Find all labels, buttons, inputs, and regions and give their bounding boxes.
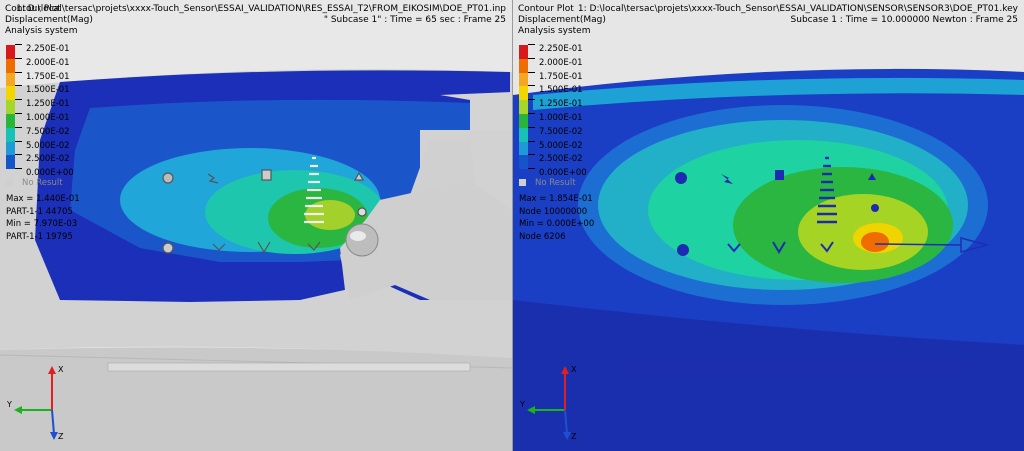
right-header: Contour Plot 1: D:\local\tersac\projets\… bbox=[518, 4, 1018, 37]
max-value: Max = 1.440E-01 bbox=[6, 194, 80, 204]
legend-color-swatch bbox=[519, 155, 528, 170]
legend-value-label: 5.000E-02 bbox=[539, 140, 583, 151]
left-viewport[interactable]: Contour Plot 1: D:\local\tersac\projets\… bbox=[0, 0, 512, 451]
left-header: Contour Plot 1: D:\local\tersac\projets\… bbox=[5, 4, 506, 37]
legend-value-label: 2.250E-01 bbox=[539, 44, 583, 54]
legend-color-swatch bbox=[6, 100, 15, 114]
legend-color-swatch bbox=[519, 72, 528, 87]
legend-value-label: 1.750E-01 bbox=[539, 71, 583, 82]
legend-tick bbox=[528, 140, 535, 142]
legend-color-swatch bbox=[6, 127, 15, 142]
triad-y-label: Y bbox=[520, 400, 525, 409]
legend-tick bbox=[528, 71, 535, 73]
right-viewport[interactable]: Contour Plot 1: D:\local\tersac\projets\… bbox=[512, 0, 1024, 451]
legend-color-swatch bbox=[6, 141, 15, 156]
legend-value-label: 2.500E-02 bbox=[539, 154, 583, 165]
no-result-entry: No Result bbox=[519, 178, 576, 188]
legend-value-label: 1.250E-01 bbox=[26, 99, 70, 110]
triad-z-label: Z bbox=[58, 432, 64, 441]
legend-color-swatch bbox=[519, 58, 528, 73]
legend-color-swatch bbox=[6, 45, 15, 59]
legend-color-swatch bbox=[519, 141, 528, 156]
legend-value-label: 1.250E-01 bbox=[539, 99, 583, 110]
legend-tick bbox=[528, 57, 535, 59]
legend-tick bbox=[528, 126, 535, 128]
max-location: Node 10000000 bbox=[519, 206, 588, 217]
legend-color-swatch bbox=[519, 127, 528, 142]
legend-tick bbox=[528, 154, 535, 156]
min-location: PART-1-1 19795 bbox=[6, 231, 73, 242]
legend-tick bbox=[15, 140, 22, 142]
legend-value-label: 1.500E-01 bbox=[26, 85, 70, 96]
legend-tick bbox=[528, 85, 535, 87]
coordinate-triad[interactable]: X Y Z bbox=[515, 364, 585, 446]
legend-tick bbox=[528, 112, 535, 114]
legend-value-label: 2.250E-01 bbox=[26, 44, 70, 54]
legend-color-swatch bbox=[6, 113, 15, 128]
triad-y-label: Y bbox=[7, 400, 12, 409]
legend-tick bbox=[15, 85, 22, 87]
legend-color-swatch bbox=[519, 86, 528, 101]
legend-tick bbox=[528, 168, 535, 170]
legend-color-swatch bbox=[6, 155, 15, 170]
legend-tick bbox=[15, 112, 22, 114]
model-file-path: 1: D:\local\tersac\projets\xxxx-Touch_Se… bbox=[16, 4, 506, 14]
legend-color-swatch bbox=[6, 58, 15, 73]
legend-color-swatch bbox=[6, 72, 15, 87]
legend-tick bbox=[15, 168, 22, 170]
legend-color-swatch bbox=[519, 113, 528, 128]
system-label: Analysis system bbox=[5, 26, 78, 36]
legend-color-swatch bbox=[6, 86, 15, 101]
legend-value-label: 2.000E-01 bbox=[26, 57, 70, 68]
triad-x-label: X bbox=[571, 365, 577, 374]
legend-tick bbox=[15, 126, 22, 128]
legend-value-label: 2.500E-02 bbox=[26, 154, 70, 165]
legend-value-label: 5.000E-02 bbox=[26, 140, 70, 151]
legend-value-label: 1.000E-01 bbox=[26, 112, 70, 123]
legend-tick bbox=[15, 57, 22, 59]
legend-value-label: 1.000E-01 bbox=[539, 112, 583, 123]
no-result-swatch bbox=[519, 179, 526, 186]
legend-color-swatch bbox=[519, 45, 528, 59]
subcase-label: Subcase 1 : Time = 10.000000 Newton : Fr… bbox=[790, 15, 1018, 25]
legend-tick bbox=[15, 154, 22, 156]
no-result-label: No Result bbox=[22, 178, 63, 188]
triad-x-label: X bbox=[58, 365, 64, 374]
min-value: Min = 0.000E+00 bbox=[519, 219, 595, 229]
min-location: Node 6206 bbox=[519, 231, 566, 242]
legend-tick bbox=[15, 44, 22, 45]
legend-tick bbox=[15, 99, 22, 101]
system-label: Analysis system bbox=[518, 26, 591, 36]
legend-value-label: 7.500E-02 bbox=[539, 126, 583, 137]
legend-color-swatch bbox=[519, 100, 528, 114]
legend-value-label: 1.750E-01 bbox=[26, 71, 70, 82]
subcase-label: " Subcase 1" : Time = 65 sec : Frame 25 bbox=[323, 15, 506, 25]
legend-tick bbox=[528, 44, 535, 45]
min-max-stats: Max = 1.854E-01 Node 10000000 Min = 0.00… bbox=[519, 193, 594, 243]
model-file-path: 1: D:\local\tersac\projets\xxxx-Touch_Se… bbox=[577, 4, 1018, 14]
max-value: Max = 1.854E-01 bbox=[519, 194, 593, 204]
legend-value-label: 7.500E-02 bbox=[26, 126, 70, 137]
legend-tick bbox=[528, 99, 535, 101]
legend-value-label: 1.500E-01 bbox=[539, 85, 583, 96]
no-result-swatch bbox=[6, 179, 13, 186]
no-result-entry: No Result bbox=[6, 178, 63, 188]
triad-z-label: Z bbox=[571, 432, 577, 441]
legend-tick bbox=[15, 71, 22, 73]
no-result-label: No Result bbox=[535, 178, 576, 188]
min-value: Min = 7.970E-03 bbox=[6, 219, 78, 229]
legend-value-label: 2.000E-01 bbox=[539, 57, 583, 68]
min-max-stats: Max = 1.440E-01 PART-1-1 44705 Min = 7.9… bbox=[6, 193, 80, 243]
max-location: PART-1-1 44705 bbox=[6, 206, 73, 217]
coordinate-triad[interactable]: X Y Z bbox=[2, 364, 72, 446]
